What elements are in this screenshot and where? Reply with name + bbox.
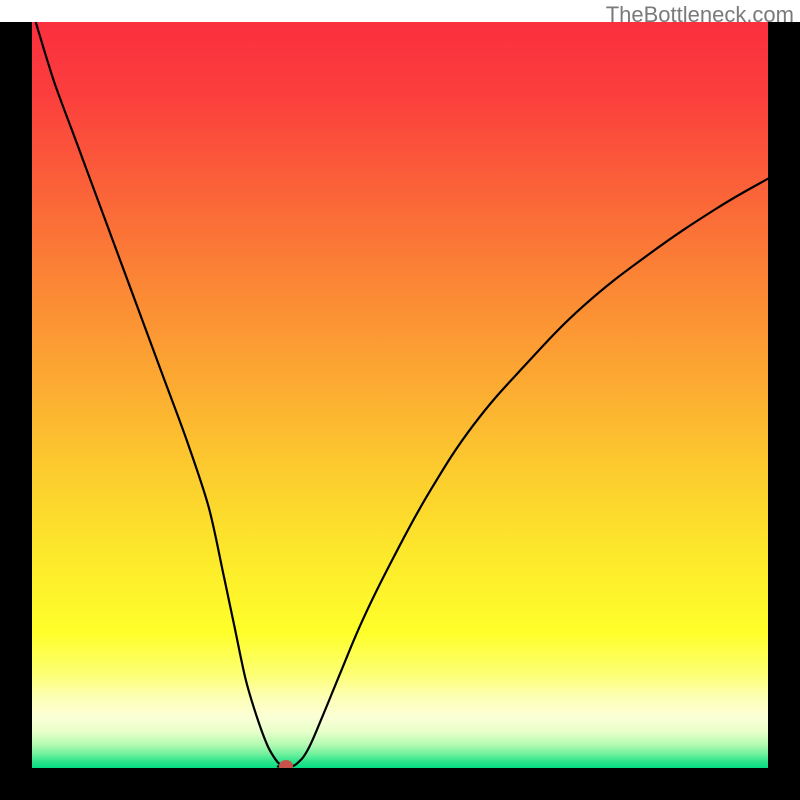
plot-area [32, 22, 768, 768]
chart-container: TheBottleneck.com [0, 0, 800, 800]
bottleneck-curve [32, 22, 768, 768]
chart-frame [0, 22, 800, 800]
watermark-text: TheBottleneck.com [606, 2, 794, 28]
optimum-marker-icon [279, 760, 293, 768]
